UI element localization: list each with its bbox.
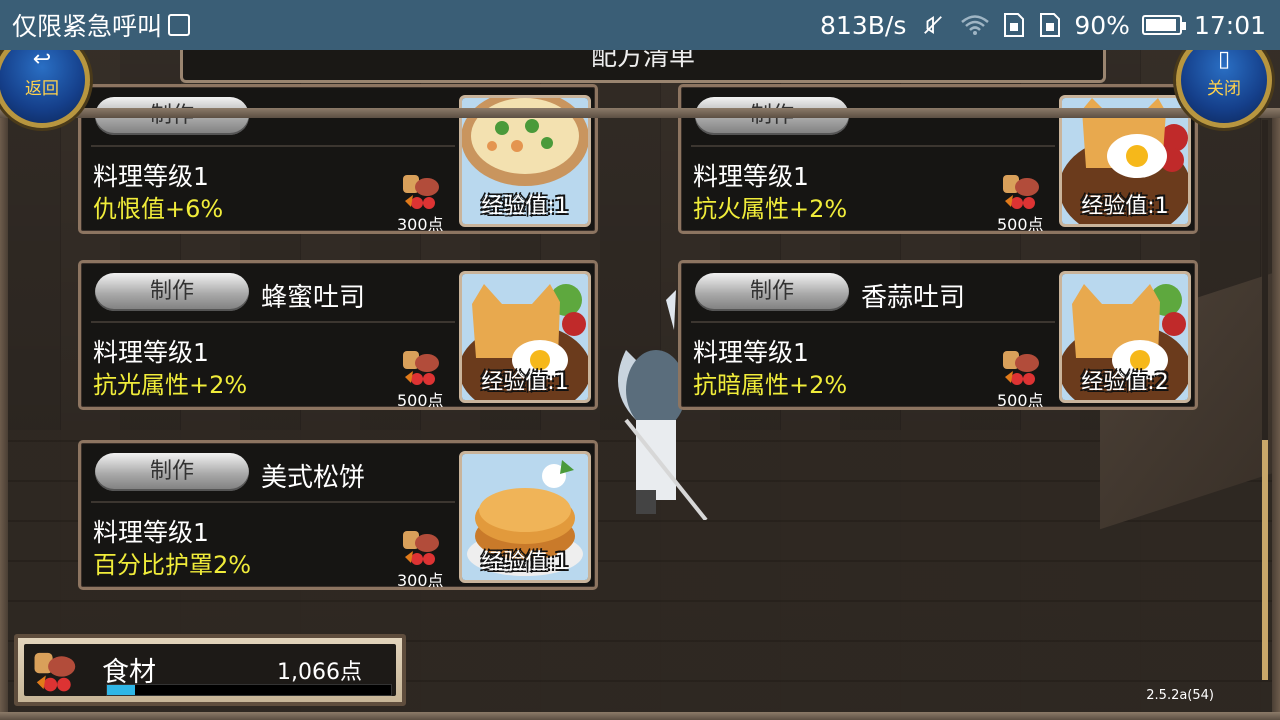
cooking-level: 料理等级1	[693, 338, 809, 367]
scroll-thumb[interactable]	[1262, 440, 1268, 680]
ingredients-amount: 1,066点	[277, 660, 362, 685]
back-label: 返回	[25, 79, 59, 99]
ingredient-icon	[403, 175, 439, 209]
ingredient-icon	[403, 531, 439, 565]
divider	[91, 145, 455, 147]
recipe-bonus: 百分比护罩2%	[93, 551, 252, 579]
recipe-bonus: 抗光属性+2%	[93, 371, 248, 399]
image-icon	[168, 14, 191, 36]
top-rail	[0, 108, 1280, 118]
back-arrow-icon: ↩	[32, 47, 52, 72]
network-speed: 813B/s	[820, 10, 907, 40]
left-rail	[0, 118, 8, 718]
food-image[interactable]: 经验值:1	[459, 271, 591, 403]
divider	[91, 501, 455, 503]
exp-value: 经验值:1	[481, 550, 569, 575]
recipe-card-5: 制作 美式松饼 料理等级1 百分比护罩2% 300点 经验值:1	[78, 440, 598, 590]
carrier-area: 仅限紧急呼叫	[12, 7, 191, 43]
ingredient-icon	[34, 652, 76, 692]
recipe-bonus: 抗火属性+2%	[693, 195, 848, 223]
divider	[691, 321, 1055, 323]
exp-value: 经验值:2	[1081, 370, 1169, 395]
recipe-name: 美式松饼	[261, 463, 366, 493]
ingredient-cost: 500点	[397, 391, 444, 410]
sim-icon-1	[1004, 13, 1025, 37]
ingredient-cost: 500点	[997, 215, 1044, 234]
ingredient-icon	[1003, 175, 1039, 209]
cooking-level: 料理等级1	[93, 338, 209, 367]
ingredient-cost: 500点	[997, 391, 1044, 410]
recipe-card-2: 制作 料理等级1 抗火属性+2% 500点 经验值:1	[678, 84, 1198, 234]
recipe-name: 香蒜吐司	[861, 283, 966, 313]
ingredient-cost: 300点	[397, 571, 444, 590]
ingredients-bar-fill	[107, 685, 136, 695]
cooking-level: 料理等级1	[93, 518, 209, 547]
exp-value: 经验值:1	[1081, 194, 1169, 219]
scrollbar[interactable]	[1262, 120, 1268, 680]
recipe-card-4: 制作 香蒜吐司 料理等级1 抗暗属性+2% 500点 经验值:2	[678, 260, 1198, 410]
cooking-level: 料理等级1	[93, 162, 209, 191]
sim-icon-2	[1040, 13, 1061, 37]
version-label: 2.5.2a(54)	[1146, 688, 1214, 703]
exp-value: 经验值:1	[481, 370, 569, 395]
recipe-name: 蜂蜜吐司	[261, 283, 366, 313]
close-label: 关闭	[1207, 79, 1241, 99]
wifi-icon	[961, 15, 990, 35]
recipe-card-3: 制作 蜂蜜吐司 料理等级1 抗光属性+2% 500点 经验值:1	[78, 260, 598, 410]
cooking-level: 料理等级1	[693, 162, 809, 191]
battery-percent: 90%	[1074, 10, 1130, 40]
food-image[interactable]: 经验值:1	[459, 451, 591, 583]
ingredient-icon	[1003, 351, 1039, 385]
clock: 17:01	[1193, 10, 1266, 40]
battery-icon	[1141, 15, 1186, 35]
ingredient-cost: 300点	[397, 215, 444, 234]
recipe-bonus: 仇恨值+6%	[93, 195, 224, 223]
status-right: 813B/s 90% 17:01	[820, 11, 1266, 40]
divider	[691, 145, 1055, 147]
divider	[91, 321, 455, 323]
make-button[interactable]: 制作	[95, 273, 249, 311]
food-image[interactable]: 经验值:2	[1059, 271, 1191, 403]
bottom-rail	[0, 712, 1280, 720]
ingredient-icon	[403, 351, 439, 385]
make-button[interactable]: 制作	[695, 273, 849, 311]
make-button[interactable]: 制作	[95, 453, 249, 491]
recipe-bonus: 抗暗属性+2%	[693, 371, 848, 399]
ingredients-panel: 食材 1,066点	[14, 634, 406, 706]
door-icon: ▯	[1217, 47, 1231, 72]
mute-icon	[924, 15, 943, 35]
carrier-text: 仅限紧急呼叫	[12, 12, 163, 41]
recipe-card-1: 制作 料理等级1 仇恨值+6% 300点 经验值:1	[78, 84, 598, 234]
exp-value: 经验值:1	[481, 194, 569, 219]
right-rail	[1272, 118, 1280, 718]
status-bar: 仅限紧急呼叫 813B/s 90% 17:01	[0, 0, 1280, 50]
ingredients-bar	[106, 684, 392, 696]
